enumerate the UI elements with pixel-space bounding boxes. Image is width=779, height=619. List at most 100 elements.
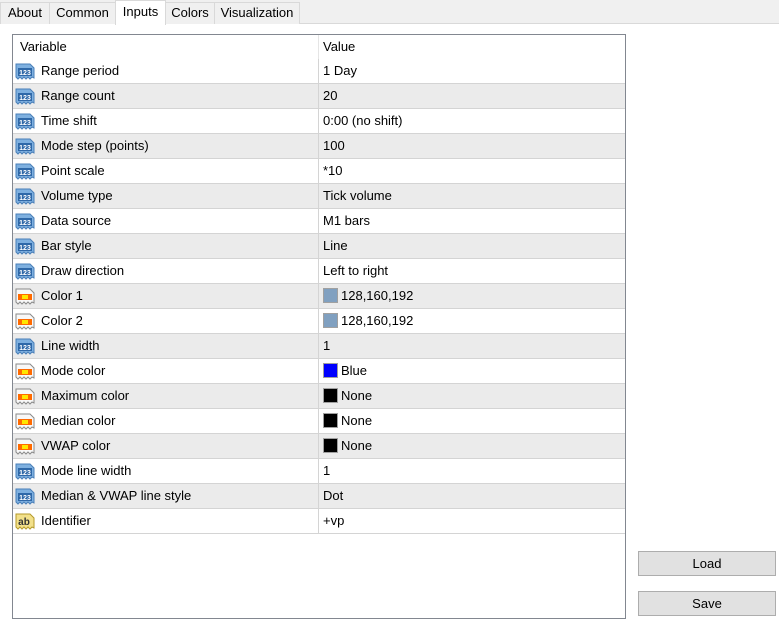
- number-icon: 123: [15, 63, 35, 80]
- number-icon: 123: [15, 213, 35, 230]
- variable-value[interactable]: 1: [323, 459, 330, 483]
- number-icon: 123: [15, 463, 35, 480]
- cell-divider: [318, 59, 319, 83]
- save-button[interactable]: Save: [638, 591, 776, 616]
- value-text: 128,160,192: [341, 313, 414, 328]
- grid-row[interactable]: 123 Time shift 0:00 (no shift): [13, 109, 625, 134]
- grid-row[interactable]: ab Identifier +vp: [13, 509, 625, 534]
- variable-value[interactable]: Left to right: [323, 259, 388, 283]
- variable-value[interactable]: 100: [323, 134, 345, 158]
- number-icon: 123: [15, 263, 35, 280]
- number-icon: 123: [15, 338, 35, 355]
- column-header-variable[interactable]: Variable: [20, 35, 67, 59]
- color-icon: [15, 288, 35, 305]
- variable-value[interactable]: 128,160,192: [323, 284, 413, 308]
- variable-value[interactable]: M1 bars: [323, 209, 370, 233]
- svg-text:123: 123: [19, 495, 31, 502]
- variable-name: Median color: [41, 413, 116, 428]
- tab-common[interactable]: Common: [49, 2, 116, 24]
- variable-name: Line width: [41, 338, 100, 353]
- color-swatch: [323, 413, 338, 428]
- tab-inputs[interactable]: Inputs: [115, 0, 166, 25]
- column-header-value[interactable]: Value: [323, 35, 355, 59]
- variable-value[interactable]: None: [323, 409, 372, 433]
- value-text: None: [341, 388, 373, 403]
- variable-name: Draw direction: [41, 263, 125, 278]
- tab-colors[interactable]: Colors: [165, 2, 215, 24]
- variable-name: Maximum color: [41, 388, 130, 403]
- grid-row[interactable]: 123 Data source M1 bars: [13, 209, 625, 234]
- color-icon: [15, 363, 35, 380]
- variable-name: VWAP color: [41, 438, 111, 453]
- cell-divider: [318, 434, 319, 458]
- value-text: Tick volume: [323, 188, 392, 203]
- number-icon: 123: [15, 113, 35, 130]
- variable-name: Bar style: [41, 238, 92, 253]
- variable-value[interactable]: Dot: [323, 484, 343, 508]
- tab-about[interactable]: About: [0, 2, 50, 24]
- variable-value[interactable]: *10: [323, 159, 343, 183]
- variable-value[interactable]: Tick volume: [323, 184, 392, 208]
- grid-row[interactable]: VWAP color None: [13, 434, 625, 459]
- variable-value[interactable]: Line: [323, 234, 348, 258]
- svg-text:123: 123: [19, 470, 31, 477]
- variable-name: Range period: [41, 63, 120, 78]
- cell-divider: [318, 359, 319, 383]
- variable-value[interactable]: Blue: [323, 359, 367, 383]
- variable-name: Range count: [41, 88, 115, 103]
- grid-row[interactable]: Median color None: [13, 409, 625, 434]
- svg-text:123: 123: [19, 95, 31, 102]
- svg-text:ab: ab: [18, 517, 30, 528]
- color-swatch: [323, 288, 338, 303]
- color-icon: [15, 438, 35, 455]
- color-swatch: [323, 438, 338, 453]
- grid-row[interactable]: Mode color Blue: [13, 359, 625, 384]
- variable-name: Mode step (points): [41, 138, 149, 153]
- grid-row[interactable]: 123 Range period 1 Day: [13, 59, 625, 84]
- variable-value[interactable]: +vp: [323, 509, 344, 533]
- number-icon: 123: [15, 238, 35, 255]
- tab-visualization[interactable]: Visualization: [214, 2, 300, 24]
- grid-row[interactable]: 123 Range count 20: [13, 84, 625, 109]
- color-swatch: [323, 313, 338, 328]
- variable-name: Data source: [41, 213, 112, 228]
- grid-row[interactable]: 123 Mode line width 1: [13, 459, 625, 484]
- value-text: *10: [323, 163, 343, 178]
- grid-row[interactable]: 123 Mode step (points) 100: [13, 134, 625, 159]
- grid-row[interactable]: Color 1 128,160,192: [13, 284, 625, 309]
- grid-row[interactable]: 123 Bar style Line: [13, 234, 625, 259]
- cell-divider: [318, 134, 319, 158]
- grid-row[interactable]: Color 2 128,160,192: [13, 309, 625, 334]
- grid-row[interactable]: 123 Draw direction Left to right: [13, 259, 625, 284]
- grid-rows: 123 Range period 1 Day 123 Range count 20 123 T…: [13, 59, 625, 534]
- value-text: 1 Day: [323, 63, 357, 78]
- grid-row[interactable]: 123 Median & VWAP line style Dot: [13, 484, 625, 509]
- grid-row[interactable]: 123 Line width 1: [13, 334, 625, 359]
- variable-value[interactable]: 0:00 (no shift): [323, 109, 403, 133]
- svg-text:123: 123: [19, 220, 31, 227]
- load-button[interactable]: Load: [638, 551, 776, 576]
- variable-name: Color 2: [41, 313, 83, 328]
- grid-row[interactable]: Maximum color None: [13, 384, 625, 409]
- value-text: Blue: [341, 363, 368, 378]
- column-divider[interactable]: [318, 35, 319, 59]
- svg-text:123: 123: [19, 170, 31, 177]
- variable-value[interactable]: 128,160,192: [323, 309, 413, 333]
- variable-value[interactable]: 1 Day: [323, 59, 357, 83]
- color-icon: [15, 313, 35, 330]
- grid-row[interactable]: 123 Volume type Tick volume: [13, 184, 625, 209]
- value-text: 20: [323, 88, 338, 103]
- cell-divider: [318, 334, 319, 358]
- variable-value[interactable]: None: [323, 384, 372, 408]
- variable-value[interactable]: 1: [323, 334, 330, 358]
- svg-text:123: 123: [19, 70, 31, 77]
- color-swatch: [323, 388, 338, 403]
- grid-row[interactable]: 123 Point scale *10: [13, 159, 625, 184]
- cell-divider: [318, 284, 319, 308]
- variable-value[interactable]: 20: [323, 84, 337, 108]
- value-text: 128,160,192: [341, 288, 414, 303]
- value-text: Left to right: [323, 263, 389, 278]
- svg-text:123: 123: [19, 120, 31, 127]
- variable-value[interactable]: None: [323, 434, 372, 458]
- number-icon: 123: [15, 88, 35, 105]
